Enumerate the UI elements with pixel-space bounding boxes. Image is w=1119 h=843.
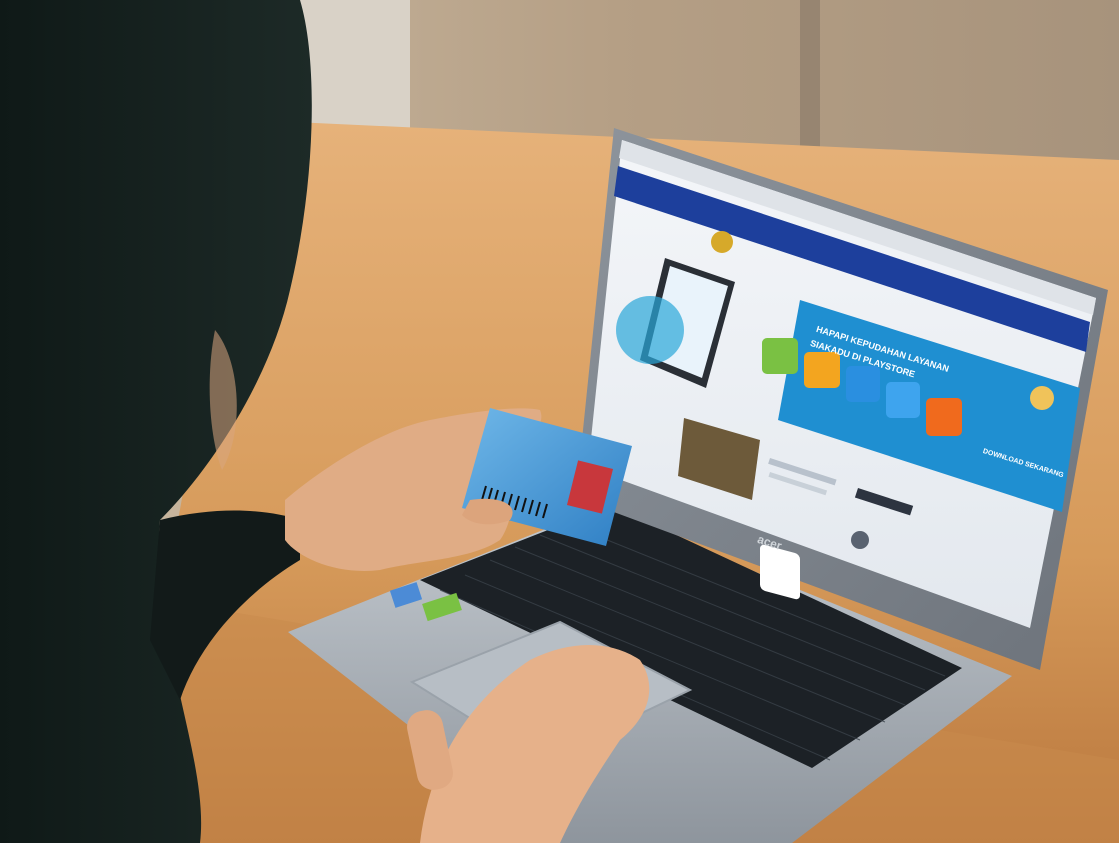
app-icon-2 — [804, 352, 840, 388]
app-icon-3 — [846, 366, 880, 402]
site-logo — [711, 231, 733, 253]
thumb — [462, 498, 513, 525]
app-icon-5 — [926, 398, 962, 436]
app-icon-1 — [762, 338, 798, 374]
screen-avatar — [851, 531, 869, 549]
phone-accent-circle — [616, 296, 684, 364]
photo-scene: HAPAPI KEPUDAHAN LAYANAN SIAKADU DI PLAY… — [0, 0, 1119, 843]
screen-badge — [1030, 386, 1054, 410]
app-icon-4 — [886, 382, 920, 418]
scene-illustration — [0, 0, 1119, 843]
shelf-books — [300, 0, 410, 140]
